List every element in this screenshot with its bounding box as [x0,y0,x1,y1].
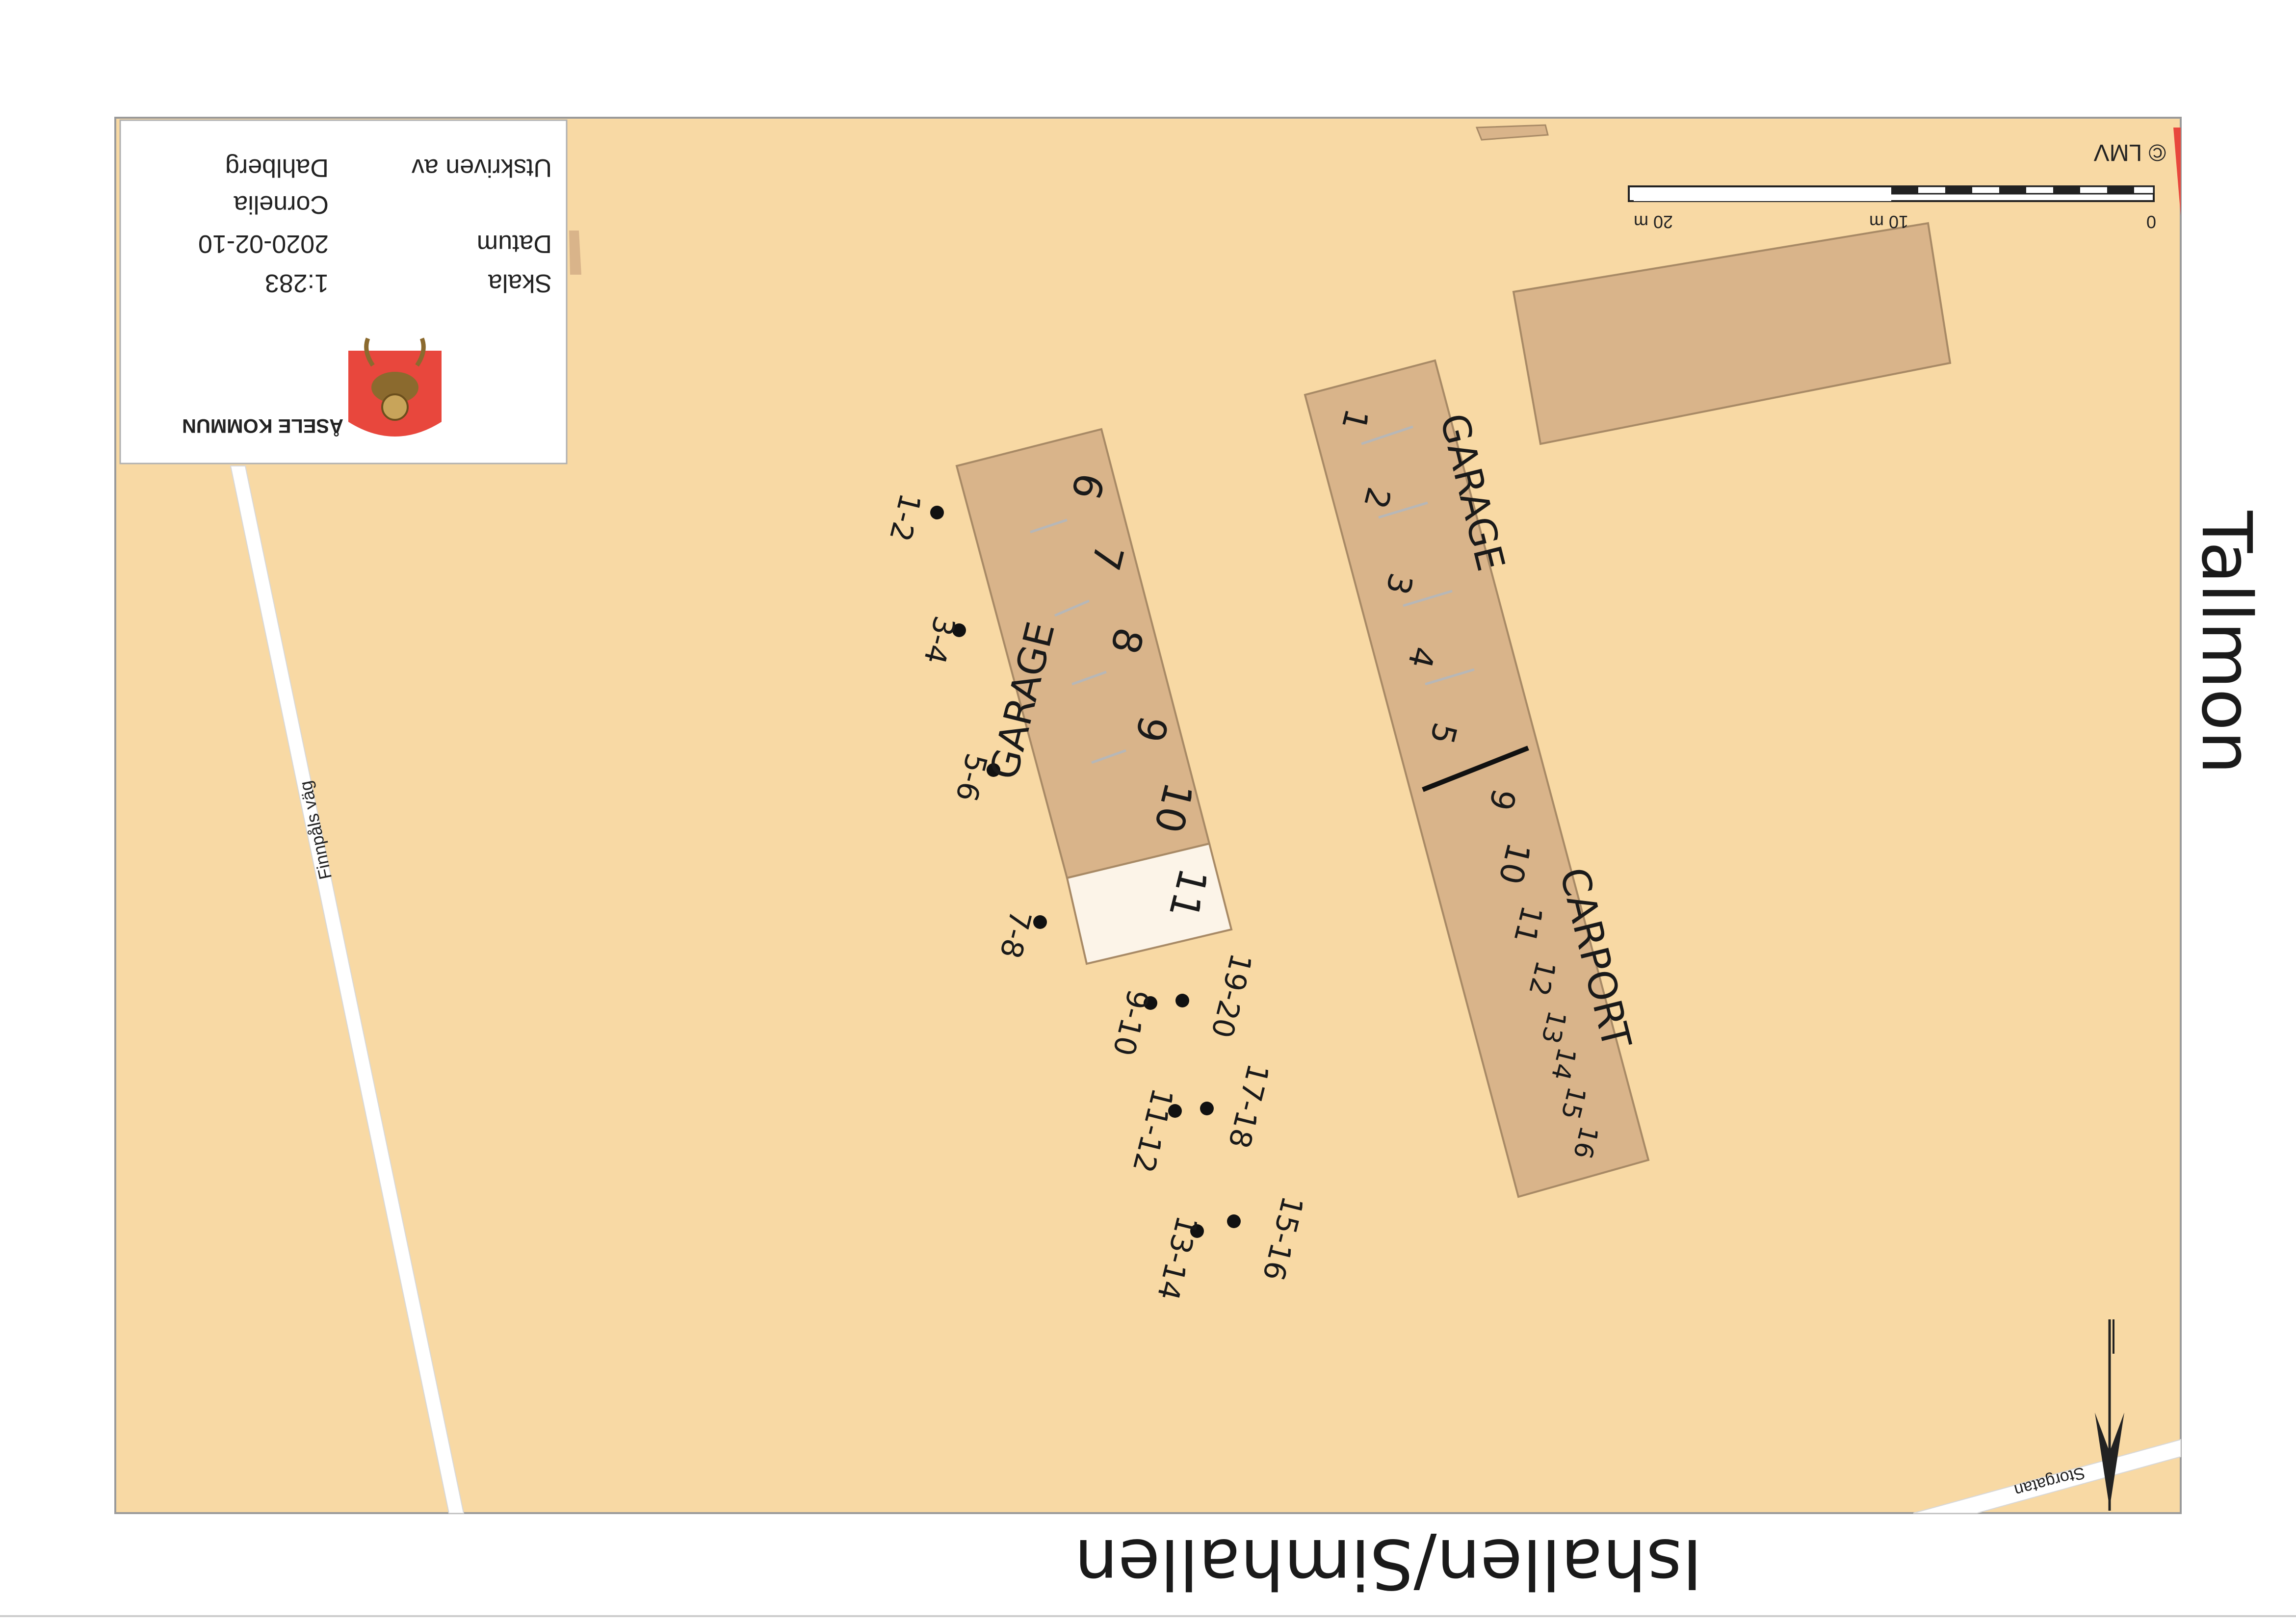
place-label-tallmon: Tallmon [2186,511,2266,774]
titleblock-printed-by-label: Utskriven av [412,154,552,182]
titleblock-printed-by-value-2: Dahlberg [225,154,329,182]
parking-dot-19-20 [1175,994,1189,1007]
asele-kommun-crest-icon [348,337,442,437]
titleblock-printed-by-value-1: Cornelia [234,190,329,219]
titleblock-date-value: 2020-02-10 [198,230,329,258]
scalebar-label-20: 20 m [1634,212,1673,232]
parking-dot-17-18 [1200,1102,1214,1115]
parking-dot-1-2 [930,506,944,519]
map: Utskriven av Dahlberg Cornelia Datum 202… [0,117,2296,1617]
parking-dot-15-16 [1227,1214,1241,1228]
scale-bar [1628,185,2155,202]
copyright-lmv: © LMV [2094,139,2166,165]
titleblock-date-label: Datum [477,230,552,258]
place-label-ishallen-simhallen: Ishallen/Simhallen [1074,1523,1702,1603]
scalebar-label-0: 0 [2146,212,2156,232]
scalebar-label-10: 10 m [1869,212,1908,232]
titleblock-scale-value: 1:283 [265,269,329,297]
titleblock-org-name: ÅSELE KOMMUN [182,415,343,437]
titleblock-scale-label: Skala [488,269,552,297]
